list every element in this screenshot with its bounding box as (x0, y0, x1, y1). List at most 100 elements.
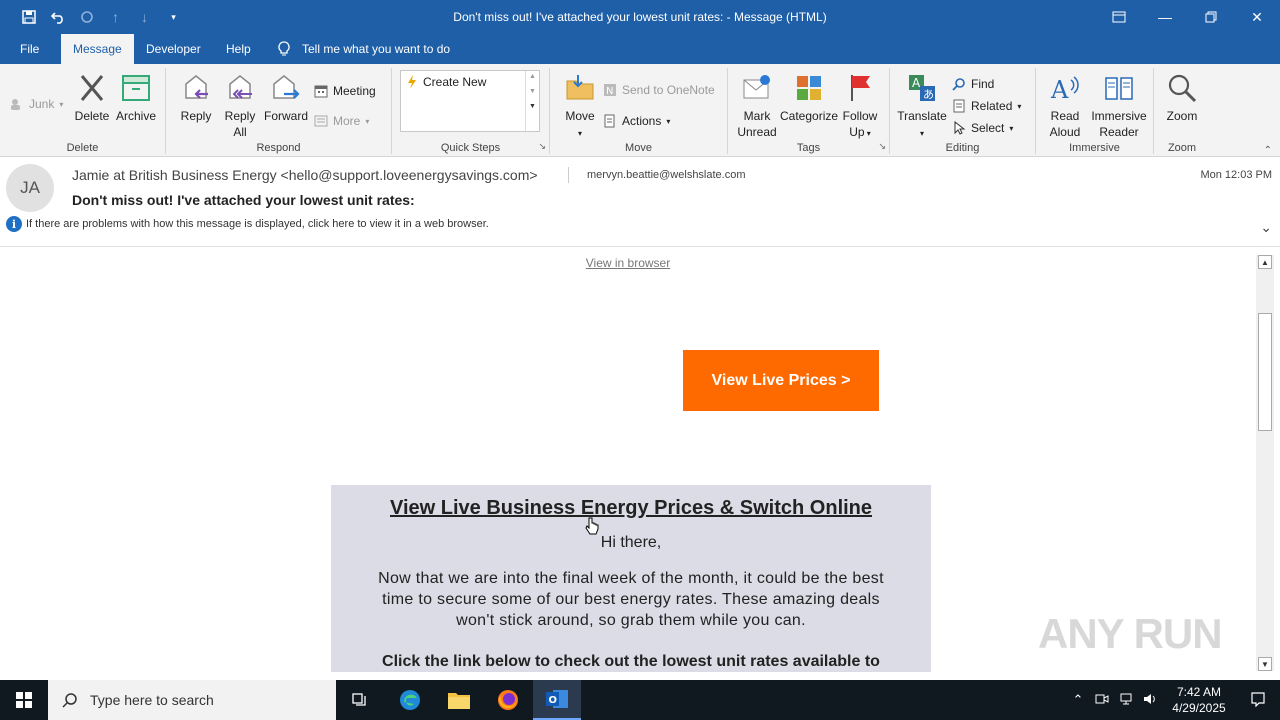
card-heading-link[interactable]: View Live Business Energy Prices & Switc… (331, 497, 931, 520)
watermark-logo: ANY RUN (1038, 610, 1223, 657)
title-bar: ↑ ↓ ▾ Don't miss out! I've attached your… (0, 0, 1280, 34)
find-button[interactable]: Find (952, 74, 994, 94)
delete-x-icon (80, 75, 104, 101)
zoom-button[interactable]: Zoom (1162, 72, 1202, 124)
tell-me-search[interactable]: Tell me what you want to do (278, 34, 450, 64)
immersive-reader-icon (1105, 77, 1133, 100)
tab-message[interactable]: Message (61, 34, 134, 64)
send-to-onenote-button[interactable]: N Send to OneNote (603, 80, 715, 100)
view-in-browser-link[interactable]: View in browser (0, 256, 1256, 270)
tab-file[interactable]: File (8, 34, 51, 64)
start-button[interactable] (0, 680, 48, 720)
read-aloud-button[interactable]: A Read Aloud (1042, 72, 1088, 140)
flag-icon (851, 75, 870, 101)
lightning-icon (408, 75, 416, 89)
follow-up-button[interactable]: Follow Up ▾ (840, 72, 880, 142)
categorize-button[interactable]: Categorize (780, 72, 838, 124)
ribbon-display-options-icon[interactable] (1096, 0, 1142, 34)
scroll-down-icon[interactable]: ▼ (1258, 657, 1272, 671)
meeting-button[interactable]: Meeting (314, 81, 376, 101)
reply-button[interactable]: Reply (176, 72, 216, 124)
tab-developer[interactable]: Developer (134, 34, 213, 64)
tab-help[interactable]: Help (214, 34, 263, 64)
window-controls: — ✕ (1096, 0, 1280, 34)
more-respond-button[interactable]: More ▾ (314, 111, 369, 131)
translate-icon: Aあ (909, 75, 935, 101)
respond-group: Reply Reply All Forward Meeting More ▾ Re… (166, 68, 392, 154)
collapse-ribbon-icon[interactable]: ⌃ (1264, 145, 1272, 156)
folder-move-icon (566, 75, 594, 100)
forward-icon (273, 75, 300, 99)
respond-group-label: Respond (256, 142, 301, 154)
tags-launcher-icon[interactable]: ↘ (878, 141, 886, 152)
content-card: View Live Business Energy Prices & Switc… (331, 485, 931, 672)
reply-all-icon (229, 75, 252, 99)
calendar-icon (314, 85, 328, 98)
clock[interactable]: 7:42 AM 4/29/2025 (1162, 684, 1236, 716)
minimize-button[interactable]: — (1142, 0, 1188, 34)
tags-group: Mark Unread Categorize Follow Up ▾ Tags … (728, 68, 890, 154)
system-tray: ⌃ 7:42 AM 4/29/2025 (1066, 680, 1280, 720)
volume-icon[interactable] (1138, 692, 1162, 709)
outlook-icon[interactable]: O (533, 680, 581, 720)
svg-text:A: A (912, 76, 921, 90)
scroll-thumb[interactable] (1258, 313, 1272, 431)
forward-button[interactable]: Forward (262, 72, 310, 124)
junk-icon (11, 99, 20, 110)
notifications-icon[interactable] (1236, 691, 1280, 710)
quick-steps-group-label: Quick Steps (440, 142, 501, 154)
related-button[interactable]: Related ▾ (952, 96, 1021, 116)
message-subject: Don't miss out! I've attached your lowes… (72, 192, 415, 208)
reply-all-button[interactable]: Reply All (220, 72, 260, 140)
select-button[interactable]: Select ▾ (952, 118, 1013, 138)
related-icon (953, 99, 965, 113)
zoom-group-label: Zoom (1167, 142, 1197, 154)
ribbon-tabs: File Message Developer Help Tell me what… (0, 34, 1280, 64)
firefox-icon[interactable] (484, 680, 532, 720)
tell-me-label: Tell me what you want to do (302, 42, 451, 56)
avatar: JA (6, 164, 54, 212)
hand-cursor-icon (585, 517, 599, 535)
mark-unread-button[interactable]: Mark Unread (734, 72, 780, 140)
immersive-group: A Read Aloud Immersive Reader Immersive (1036, 68, 1154, 154)
move-button[interactable]: Move ▾ (560, 72, 600, 142)
view-live-prices-button[interactable]: View Live Prices > (683, 350, 879, 411)
info-bar-text: If there are problems with how this mess… (26, 218, 489, 230)
svg-text:N: N (606, 86, 613, 97)
archive-button[interactable]: Archive (114, 72, 158, 124)
show-hidden-icons-icon[interactable]: ⌃ (1066, 692, 1090, 708)
windows-logo-icon (16, 692, 32, 708)
close-button[interactable]: ✕ (1234, 0, 1280, 34)
actions-button[interactable]: Actions ▾ (603, 111, 670, 131)
body-paragraph: Now that we are into the final week of t… (378, 570, 884, 629)
immersive-group-label: Immersive (1069, 142, 1120, 154)
svg-text:あ: あ (923, 88, 934, 101)
file-explorer-icon[interactable] (435, 680, 483, 720)
expand-header-icon[interactable]: ⌄ (1260, 219, 1272, 236)
recipient[interactable]: mervyn.beattie@welshslate.com (587, 169, 746, 181)
edge-icon[interactable] (386, 680, 434, 720)
taskbar-search[interactable]: Type here to search (48, 680, 336, 720)
divider (568, 167, 569, 183)
clock-date: 4/29/2025 (1172, 701, 1226, 715)
magnifier-icon (1168, 74, 1197, 103)
task-view-icon[interactable] (336, 680, 384, 720)
delete-button[interactable]: Delete (72, 72, 112, 124)
translate-button[interactable]: Aあ Translate ▾ (896, 72, 948, 142)
restore-button[interactable] (1188, 0, 1234, 34)
cursor-select-icon (954, 121, 966, 135)
immersive-reader-button[interactable]: Immersive Reader (1088, 72, 1150, 140)
create-new-quick-step[interactable]: Create New (407, 75, 486, 89)
scroll-up-icon[interactable]: ▲ (1258, 255, 1272, 269)
ribbon: Junk ▾ Delete Archive Delete Reply Reply … (0, 64, 1280, 157)
tags-group-label: Tags (796, 142, 821, 154)
quick-steps-gallery: Create New ▲ ▼ ▼ (400, 70, 540, 132)
vertical-scrollbar[interactable]: ▲ ▼ (1256, 255, 1274, 671)
info-bar[interactable]: i If there are problems with how this me… (6, 216, 489, 232)
sender[interactable]: Jamie at British Business Energy <hello@… (72, 167, 538, 183)
meet-now-icon[interactable] (1090, 692, 1114, 709)
quick-steps-scroll[interactable]: ▲ ▼ ▼ (525, 71, 539, 131)
junk-button[interactable]: Junk ▾ (10, 94, 63, 114)
quick-steps-launcher-icon[interactable]: ↘ (538, 141, 546, 152)
network-icon[interactable] (1114, 692, 1138, 709)
